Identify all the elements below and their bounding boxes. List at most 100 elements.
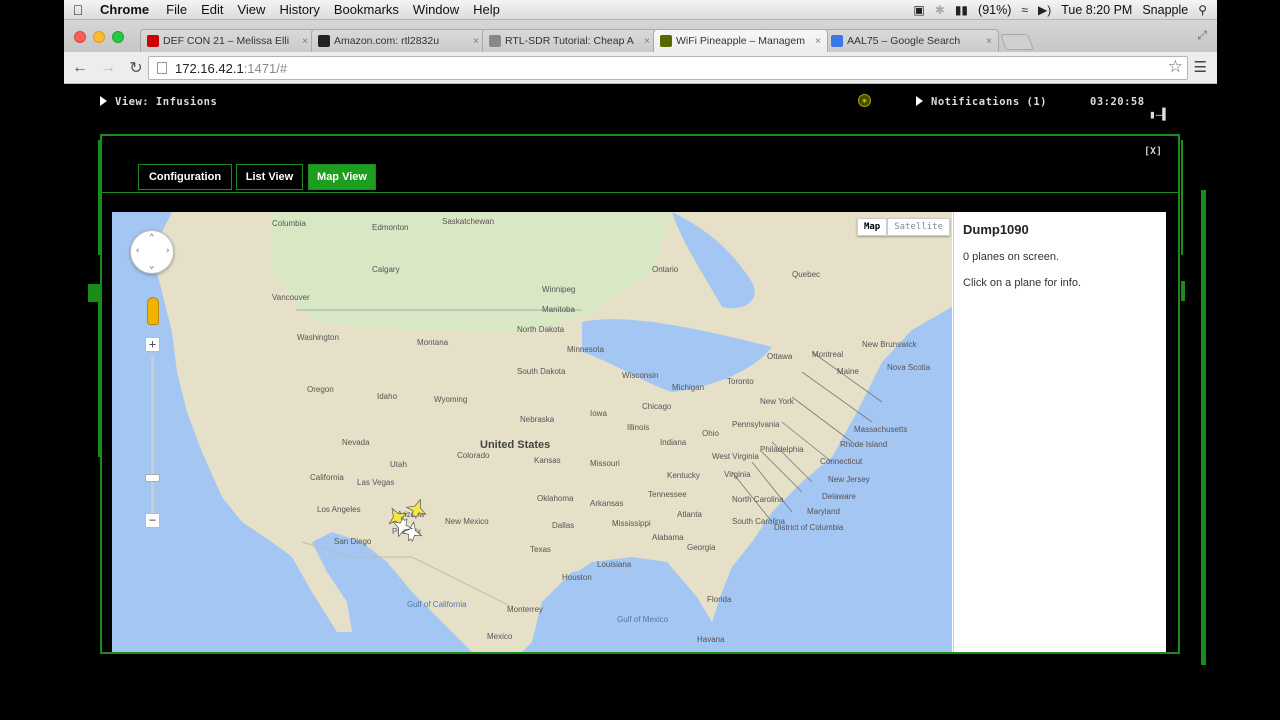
pineapple-icon [660, 35, 672, 47]
map-label: Kentucky [667, 471, 700, 480]
info-title: Dump1090 [963, 222, 1029, 237]
tab-close-icon[interactable]: × [644, 36, 650, 47]
tab-list-view[interactable]: List View [236, 164, 303, 190]
amazon-icon [318, 35, 330, 47]
map-label: Gulf of California [407, 600, 467, 609]
browser-tab[interactable]: DEF CON 21 – Melissa Elli × [140, 29, 315, 52]
map-type-satellite-button[interactable]: Satellite [887, 218, 950, 236]
street-view-pegman-icon[interactable] [147, 297, 159, 325]
screen-mirror-icon[interactable]: ▣ [913, 3, 924, 17]
wifi-icon[interactable]: ≈ [1021, 3, 1028, 17]
volume-icon[interactable]: ▶) [1038, 3, 1051, 17]
menu-app-name[interactable]: Chrome [92, 2, 159, 17]
pan-control[interactable]: ⌃ ⌄ ‹ › [130, 230, 174, 274]
pan-down-icon[interactable]: ⌄ [149, 261, 154, 271]
zoom-out-button[interactable]: − [145, 513, 160, 528]
map-label: Quebec [792, 270, 820, 279]
view-infusions-toggle[interactable]: View: Infusions [100, 96, 217, 108]
map-view-content: Edmonton Saskatchewan Calgary Vancouver Winn… [112, 212, 1166, 652]
map-label: Toronto [727, 377, 754, 386]
menu-file[interactable]: File [159, 2, 194, 17]
browser-tab[interactable]: RTL-SDR Tutorial: Cheap A × [482, 29, 657, 52]
close-window-button[interactable] [74, 31, 86, 43]
map-label: South Dakota [517, 367, 566, 376]
menu-window[interactable]: Window [406, 2, 466, 17]
map-label: Virginia [724, 470, 751, 479]
logout-icon[interactable]: ▮—▌ [1149, 108, 1169, 121]
minimize-window-button[interactable] [93, 31, 105, 43]
map-label: Calgary [372, 265, 400, 274]
browser-tab[interactable]: AAL75 – Google Search × [824, 29, 999, 52]
apple-icon[interactable]:  [64, 2, 92, 18]
google-icon [831, 35, 843, 47]
map-label: Louisiana [597, 560, 632, 569]
menu-edit[interactable]: Edit [194, 2, 230, 17]
map-label: Ottawa [767, 352, 793, 361]
map-label: Tennessee [648, 490, 687, 499]
menu-history[interactable]: History [272, 2, 326, 17]
address-bar[interactable]: 172.16.42.1 :1471/# [148, 56, 1188, 80]
zoom-slider-track[interactable] [151, 355, 154, 515]
bluetooth-icon[interactable]: ✱ [935, 3, 945, 17]
browser-tab[interactable]: Amazon.com: rtl2832u × [311, 29, 486, 52]
new-tab-button[interactable] [1000, 34, 1034, 50]
menu-help[interactable]: Help [466, 2, 507, 17]
map-label: New York [760, 397, 795, 406]
decor-bar [1181, 281, 1185, 301]
map-label: Houston [562, 573, 592, 582]
browser-toolbar: ← → ↻ 172.16.42.1 :1471/# ☆ ☰ [64, 52, 1217, 84]
map-label: Ontario [652, 265, 679, 274]
tab-configuration[interactable]: Configuration [138, 164, 232, 190]
map-label: District of Columbia [774, 523, 844, 532]
browser-tab[interactable]: WiFi Pineapple – Managem × [653, 29, 828, 52]
map-label: Arkansas [590, 499, 623, 508]
zoom-slider-knob[interactable] [145, 474, 160, 482]
panel-close-button[interactable]: [X] [1144, 146, 1162, 157]
map[interactable]: Edmonton Saskatchewan Calgary Vancouver Winn… [112, 212, 952, 652]
spotlight-search-icon[interactable]: ⚲ [1198, 3, 1207, 17]
map-label: Vancouver [272, 293, 310, 302]
back-arrow-icon[interactable]: ← [68, 59, 92, 77]
map-label: Oregon [307, 385, 334, 394]
menu-user[interactable]: Snapple [1142, 3, 1188, 17]
map-canvas[interactable]: Edmonton Saskatchewan Calgary Vancouver Winn… [112, 212, 952, 652]
info-hint-text: Click on a plane for info. [963, 277, 1082, 289]
page-content: View: Infusions ✳ Notifications (1) 03:2… [64, 85, 1217, 690]
tab-close-icon[interactable]: × [473, 36, 479, 47]
fullscreen-icon[interactable]: ⤢ [1197, 28, 1207, 43]
notifications-toggle[interactable]: Notifications (1) [916, 96, 1047, 108]
tab-close-icon[interactable]: × [815, 36, 821, 47]
menu-view[interactable]: View [230, 2, 272, 17]
map-label: Washington [297, 333, 339, 342]
menu-clock[interactable]: Tue 8:20 PM [1061, 3, 1132, 17]
map-label: New Jersey [828, 475, 870, 484]
map-type-map-button[interactable]: Map [856, 218, 888, 236]
screen:  Chrome File Edit View History Bookmark… [64, 0, 1217, 720]
zoom-window-button[interactable] [112, 31, 124, 43]
youtube-icon [147, 35, 159, 47]
zoom-in-button[interactable]: + [145, 337, 160, 352]
decor-bar [88, 284, 100, 302]
map-label: Montana [417, 338, 449, 347]
tab-close-icon[interactable]: × [986, 36, 992, 47]
map-label: Columbia [272, 219, 306, 228]
bookmark-star-icon[interactable]: ☆ [1168, 57, 1183, 77]
pineapple-icon: ✳ [858, 94, 871, 107]
pan-right-icon[interactable]: › [165, 246, 170, 256]
menu-bookmarks[interactable]: Bookmarks [327, 2, 406, 17]
tab-title: DEF CON 21 – Melissa Elli [163, 35, 290, 47]
reload-icon[interactable]: ↻ [124, 58, 148, 78]
map-label: Philadelphia [760, 445, 804, 454]
map-label: Saskatchewan [442, 217, 494, 226]
pan-up-icon[interactable]: ⌃ [149, 233, 154, 243]
map-label: California [310, 473, 344, 482]
tab-map-view[interactable]: Map View [308, 164, 376, 190]
battery-icon[interactable]: ▮▮ [955, 3, 968, 17]
pan-left-icon[interactable]: ‹ [135, 246, 140, 256]
map-label: Idaho [377, 392, 398, 401]
map-label: Utah [390, 460, 407, 469]
chrome-menu-icon[interactable]: ☰ [1194, 58, 1207, 76]
forward-arrow-icon[interactable]: → [96, 59, 120, 77]
tab-close-icon[interactable]: × [302, 36, 308, 47]
planes-count-text: 0 planes on screen. [963, 251, 1060, 263]
